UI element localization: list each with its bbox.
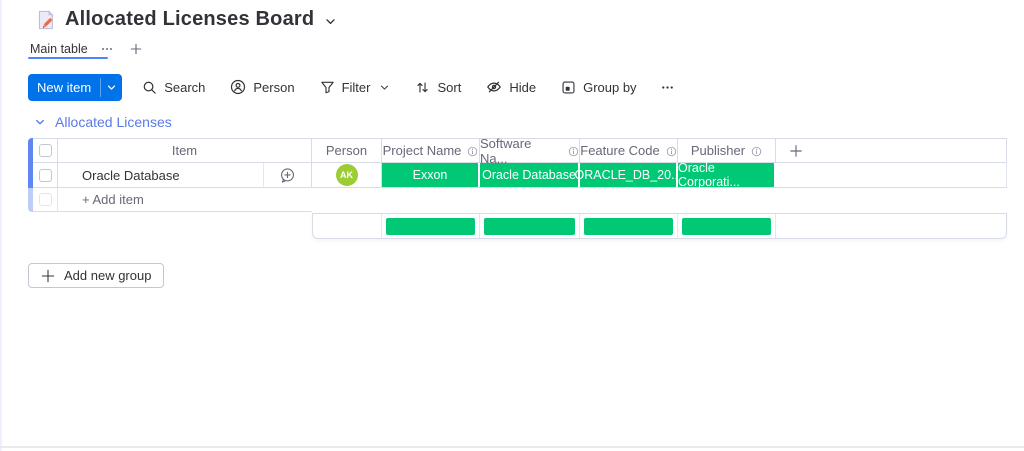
status-distribution-bar [584,217,673,235]
hide-button[interactable]: Hide [478,75,544,99]
hide-label: Hide [509,79,537,95]
row-checkbox[interactable] [38,168,52,182]
empty-trailing-cell [776,163,1007,187]
status-distribution-bar [682,217,771,235]
select-all-checkbox-cell [33,139,58,162]
summary-software-cell [480,214,580,238]
info-icon[interactable] [568,146,579,157]
filter-button[interactable]: Filter [312,76,399,99]
new-item-button[interactable]: New item [28,73,123,101]
add-item-button[interactable]: + Add item [58,188,312,212]
summary-publisher-cell [678,214,776,238]
search-icon [142,80,157,95]
column-header-publisher-label: Publisher [690,143,746,158]
new-item-chevron-down-icon[interactable] [101,74,122,101]
window-left-edge [0,0,2,451]
summary-person-cell [313,214,382,238]
row-checkbox-cell [33,163,58,187]
column-header-project-name-label: Project Name [382,143,462,158]
column-header-software-name-label: Software Na... [480,135,532,166]
person-label: Person [253,79,295,95]
group-color-stripe [28,138,33,188]
feature-code-cell[interactable]: ORACLE_DB_20... [575,163,682,187]
publisher-cell[interactable]: Oracle Corporati... [678,161,776,189]
status-distribution-bar [484,217,575,235]
view-tabs: Main table [28,38,142,60]
group-collapse-chevron-icon[interactable] [34,116,46,128]
board-doc-icon [36,9,55,31]
search-label: Search [164,79,206,95]
sort-arrows-icon [415,80,430,95]
group-by-icon [561,80,576,95]
table-header-row: Item Person Project Name Software Na... … [33,136,1007,166]
tab-main-table[interactable]: Main table [28,39,108,59]
project-name-cell[interactable]: Exxon [382,163,480,187]
status-distribution-bar [386,217,475,235]
add-item-checkbox-disabled [38,193,52,206]
window-bottom-edge [0,446,1024,448]
add-view-plus-icon[interactable] [130,43,142,55]
column-header-feature-code[interactable]: Feature Code [580,139,678,162]
sort-button[interactable]: Sort [407,76,469,99]
board-toolbar: New item Search Person Filter Sort Hide … [28,73,681,101]
column-header-software-name[interactable]: Software Na... [480,136,580,166]
table-row: Oracle Database AK Exxon Oracle Database… [33,161,1007,189]
add-column-plus-icon [790,144,802,157]
filter-label: Filter [341,79,371,95]
group-header: Allocated Licenses [34,114,172,130]
add-update-bubble-icon[interactable] [264,163,311,187]
add-new-group-button[interactable]: Add new group [28,263,165,288]
search-button[interactable]: Search [134,76,213,99]
toolbar-actions: Search Person Filter Sort Hide Group by [134,75,680,99]
item-name[interactable]: Oracle Database [58,163,264,187]
add-group-plus-icon [41,269,55,283]
person-cell: AK [312,163,382,187]
software-name-cell[interactable]: Oracle Database [480,163,580,187]
board-header: Allocated Licenses Board [36,8,337,31]
item-cell: Oracle Database [58,163,312,187]
summary-trailing-cell [776,214,1006,238]
active-tab-underline [28,57,108,59]
group-table: Item Person Project Name Software Na... … [28,136,1007,212]
avatar[interactable]: AK [335,164,358,186]
person-icon [230,79,246,95]
column-header-project-name[interactable]: Project Name [382,139,480,162]
info-icon[interactable] [751,146,762,157]
column-header-person-label: Person [325,143,368,158]
column-header-item[interactable]: Item [58,139,312,162]
select-all-checkbox[interactable] [38,144,52,157]
add-item-checkbox-cell [33,188,58,212]
toolbar-more-dots-icon[interactable] [654,76,681,99]
eye-slash-icon [486,79,502,95]
column-header-item-label: Item [171,143,198,158]
column-header-feature-code-label: Feature Code [580,143,660,158]
column-header-person[interactable]: Person [312,139,382,162]
new-item-button-label: New item [37,79,92,95]
info-icon[interactable] [666,146,677,157]
group-summary-row [312,213,1007,239]
group-by-label: Group by [583,79,637,95]
add-new-group-label: Add new group [64,268,152,283]
group-title[interactable]: Allocated Licenses [55,114,172,130]
group-color-stripe-faded [28,188,33,212]
summary-feature-cell [580,214,678,238]
sort-label: Sort [437,79,462,95]
filter-chevron-down-icon[interactable] [379,82,390,93]
tab-main-table-label: Main table [30,42,88,56]
add-column-button[interactable] [776,139,1007,162]
board-title-chevron-down-icon[interactable] [324,15,337,28]
person-filter-button[interactable]: Person [222,75,302,99]
filter-funnel-icon [320,80,335,95]
column-header-publisher[interactable]: Publisher [678,139,776,162]
group-by-button[interactable]: Group by [553,76,644,99]
tab-options-dots-icon[interactable] [100,42,114,56]
add-item-row[interactable]: + Add item [33,188,1007,212]
board-title[interactable]: Allocated Licenses Board [65,8,314,31]
info-icon[interactable] [467,146,478,157]
summary-project-cell [382,214,480,238]
